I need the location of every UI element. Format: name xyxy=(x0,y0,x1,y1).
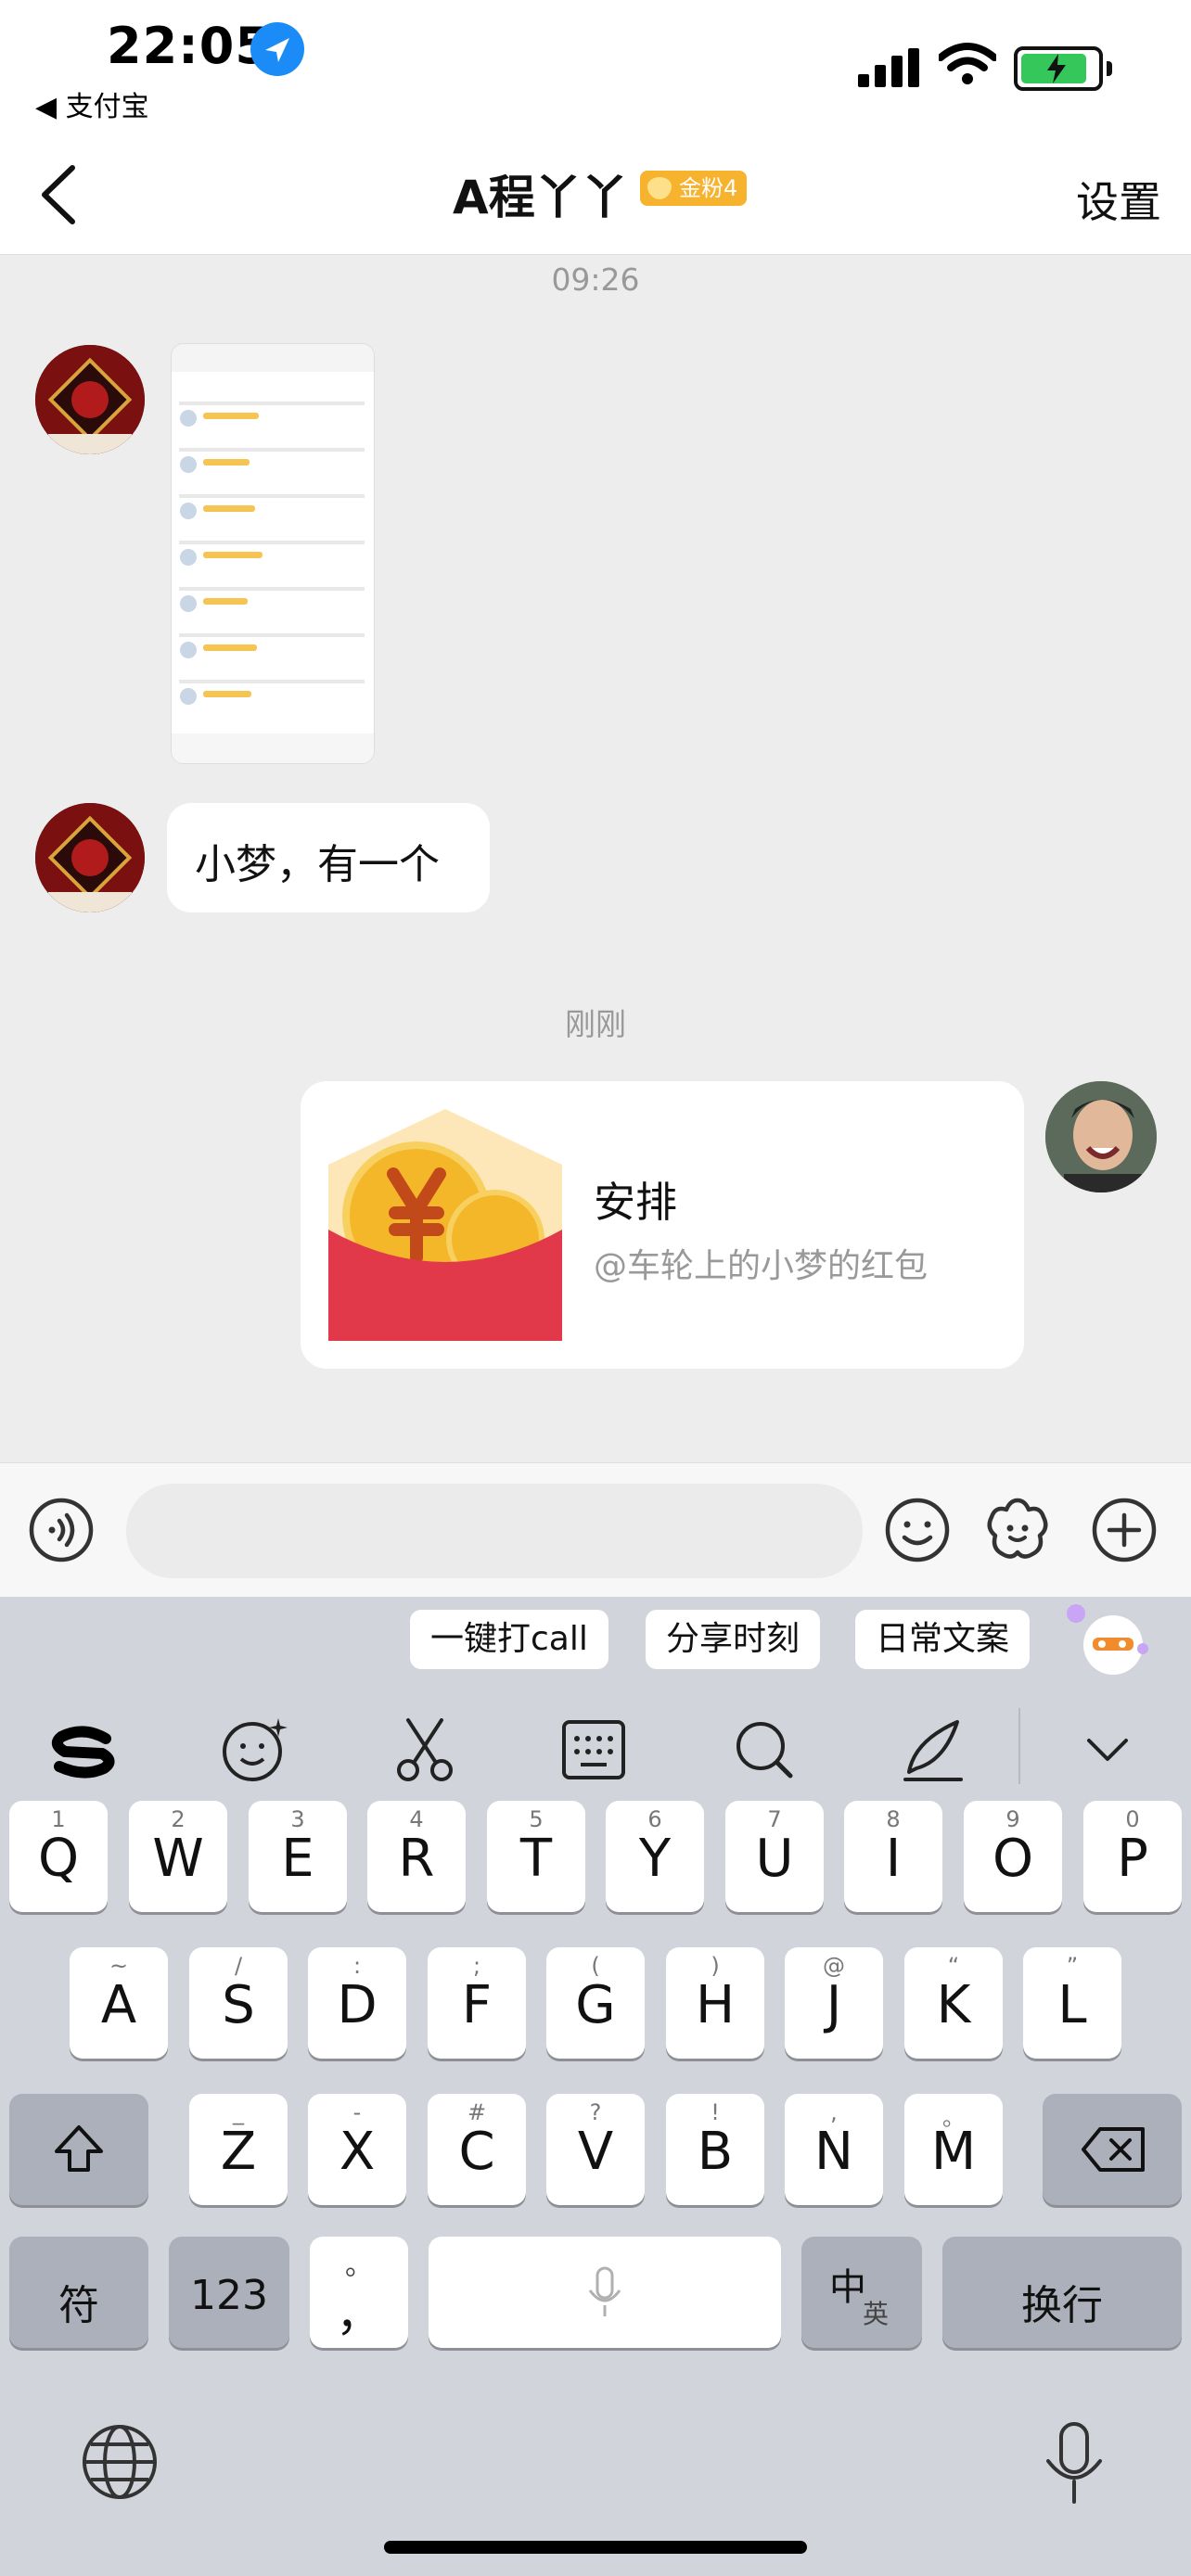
key-o[interactable]: 9O xyxy=(964,1801,1062,1912)
status-bar: 22:05 ◀ 支付宝 xyxy=(0,0,1191,130)
key-j[interactable]: @ J xyxy=(785,1947,883,2059)
language-switch-key[interactable]: 中 英 xyxy=(801,2237,922,2348)
sticker-icon[interactable] xyxy=(982,1495,1053,1565)
keyboard: 一键打call 分享时刻 日常文案 xyxy=(0,1597,1191,2576)
punctuation-key[interactable]: 。 ， xyxy=(310,2237,408,2348)
back-arrow-icon[interactable] xyxy=(32,162,87,227)
globe-icon[interactable] xyxy=(80,2422,160,2502)
settings-button[interactable]: 设置 xyxy=(1076,169,1161,230)
keyboard-suggestion-bar: 一键打call 分享时刻 日常文案 xyxy=(0,1597,1191,1690)
key-m[interactable]: 。 M xyxy=(904,2094,1003,2205)
message-timestamp: 刚刚 xyxy=(565,1006,626,1042)
emoji-face-icon[interactable] xyxy=(217,1713,291,1787)
suggestion-chip[interactable]: 一键打call xyxy=(410,1610,608,1669)
chat-title: A程丫丫 xyxy=(453,171,628,224)
space-key[interactable] xyxy=(429,2237,781,2348)
message-timestamp: 09:26 xyxy=(551,261,640,298)
key-i[interactable]: 8I xyxy=(844,1801,942,1912)
shift-key[interactable] xyxy=(9,2094,148,2205)
suggestion-chip[interactable]: 日常文案 xyxy=(855,1610,1031,1669)
voice-input-icon[interactable] xyxy=(28,1497,95,1563)
keyboard-toolbar xyxy=(0,1690,1191,1801)
key-f[interactable]: ; F xyxy=(428,1947,526,2059)
key-l[interactable]: ” L xyxy=(1023,1947,1121,2059)
key-d[interactable]: :D xyxy=(308,1947,406,2059)
key-r[interactable]: 4R xyxy=(367,1801,466,1912)
scissors-icon[interactable] xyxy=(388,1713,462,1787)
back-to-app-link[interactable]: ◀ 支付宝 xyxy=(35,83,149,124)
keyboard-mascot-icon[interactable] xyxy=(1065,1602,1148,1680)
microphone-icon xyxy=(588,2266,621,2316)
battery-icon xyxy=(1014,46,1112,91)
symbols-key[interactable]: 符 xyxy=(9,2237,148,2348)
message-input[interactable] xyxy=(126,1484,863,1578)
status-time: 22:05 xyxy=(107,17,271,75)
key-y[interactable]: 6Y xyxy=(606,1801,704,1912)
key-k[interactable]: “K xyxy=(904,1947,1003,2059)
chat-input-bar xyxy=(0,1462,1191,1598)
return-key[interactable]: 换行 xyxy=(942,2237,1182,2348)
my-avatar[interactable] xyxy=(1045,1081,1157,1192)
emoji-icon[interactable] xyxy=(884,1497,951,1563)
plus-icon[interactable] xyxy=(1091,1497,1158,1563)
chat-header: A程丫丫 金粉4 设置 xyxy=(0,130,1191,255)
text-message-bubble[interactable]: 小梦，有一个 xyxy=(167,803,490,912)
keyboard-layout-icon[interactable] xyxy=(557,1713,631,1787)
key-p[interactable]: 0P xyxy=(1083,1801,1182,1912)
suggestion-chip[interactable]: 分享时刻 xyxy=(646,1610,821,1669)
key-q[interactable]: 1Q xyxy=(9,1801,108,1912)
contact-avatar[interactable] xyxy=(35,803,145,912)
backspace-icon xyxy=(1082,2127,1145,2172)
key-u[interactable]: 7U xyxy=(725,1801,824,1912)
contact-avatar[interactable] xyxy=(35,345,145,454)
home-indicator[interactable] xyxy=(384,2541,807,2554)
key-s[interactable]: / S xyxy=(189,1947,288,2059)
red-packet-subtitle: @车轮上的小梦的红包 xyxy=(594,1247,928,1285)
key-z[interactable]: _ Z xyxy=(189,2094,288,2205)
numbers-key[interactable]: 123 xyxy=(169,2237,289,2348)
key-g[interactable]: (G xyxy=(546,1947,645,2059)
search-icon[interactable] xyxy=(727,1713,801,1787)
key-x[interactable]: -X xyxy=(308,2094,406,2205)
key-v[interactable]: ? V xyxy=(546,2094,645,2205)
wifi-icon xyxy=(939,43,996,84)
toolbar-divider xyxy=(1018,1708,1020,1784)
key-c[interactable]: # C xyxy=(428,2094,526,2205)
chevron-down-icon[interactable] xyxy=(1070,1713,1145,1787)
backspace-key[interactable] xyxy=(1043,2094,1182,2205)
shift-arrow-icon xyxy=(55,2125,103,2172)
red-packet-message[interactable]: 安排 @车轮上的小梦的红包 xyxy=(301,1081,1024,1369)
key-t[interactable]: 5T xyxy=(487,1801,585,1912)
diamond-icon xyxy=(647,177,672,199)
key-h[interactable]: ) H xyxy=(666,1947,764,2059)
key-b[interactable]: ! B xyxy=(666,2094,764,2205)
key-a[interactable]: ~ A xyxy=(70,1947,168,2059)
key-n[interactable]: ,N xyxy=(785,2094,883,2205)
image-message-thumbnail[interactable] xyxy=(171,343,375,764)
text-message-content: 小梦，有一个 xyxy=(195,841,440,888)
key-w[interactable]: 2W xyxy=(129,1801,227,1912)
dictation-mic-icon[interactable] xyxy=(1041,2420,1108,2506)
cellular-signal-icon xyxy=(858,48,919,87)
location-arrow-icon xyxy=(250,22,304,76)
red-envelope-icon xyxy=(328,1109,562,1341)
key-e[interactable]: 3E xyxy=(249,1801,347,1912)
handwriting-pen-icon[interactable] xyxy=(896,1713,970,1787)
red-packet-title: 安排 xyxy=(594,1178,678,1227)
fan-badge-label: 金粉4 xyxy=(679,175,738,201)
fan-level-badge: 金粉4 xyxy=(640,171,748,206)
sogou-logo-icon[interactable] xyxy=(46,1713,121,1787)
